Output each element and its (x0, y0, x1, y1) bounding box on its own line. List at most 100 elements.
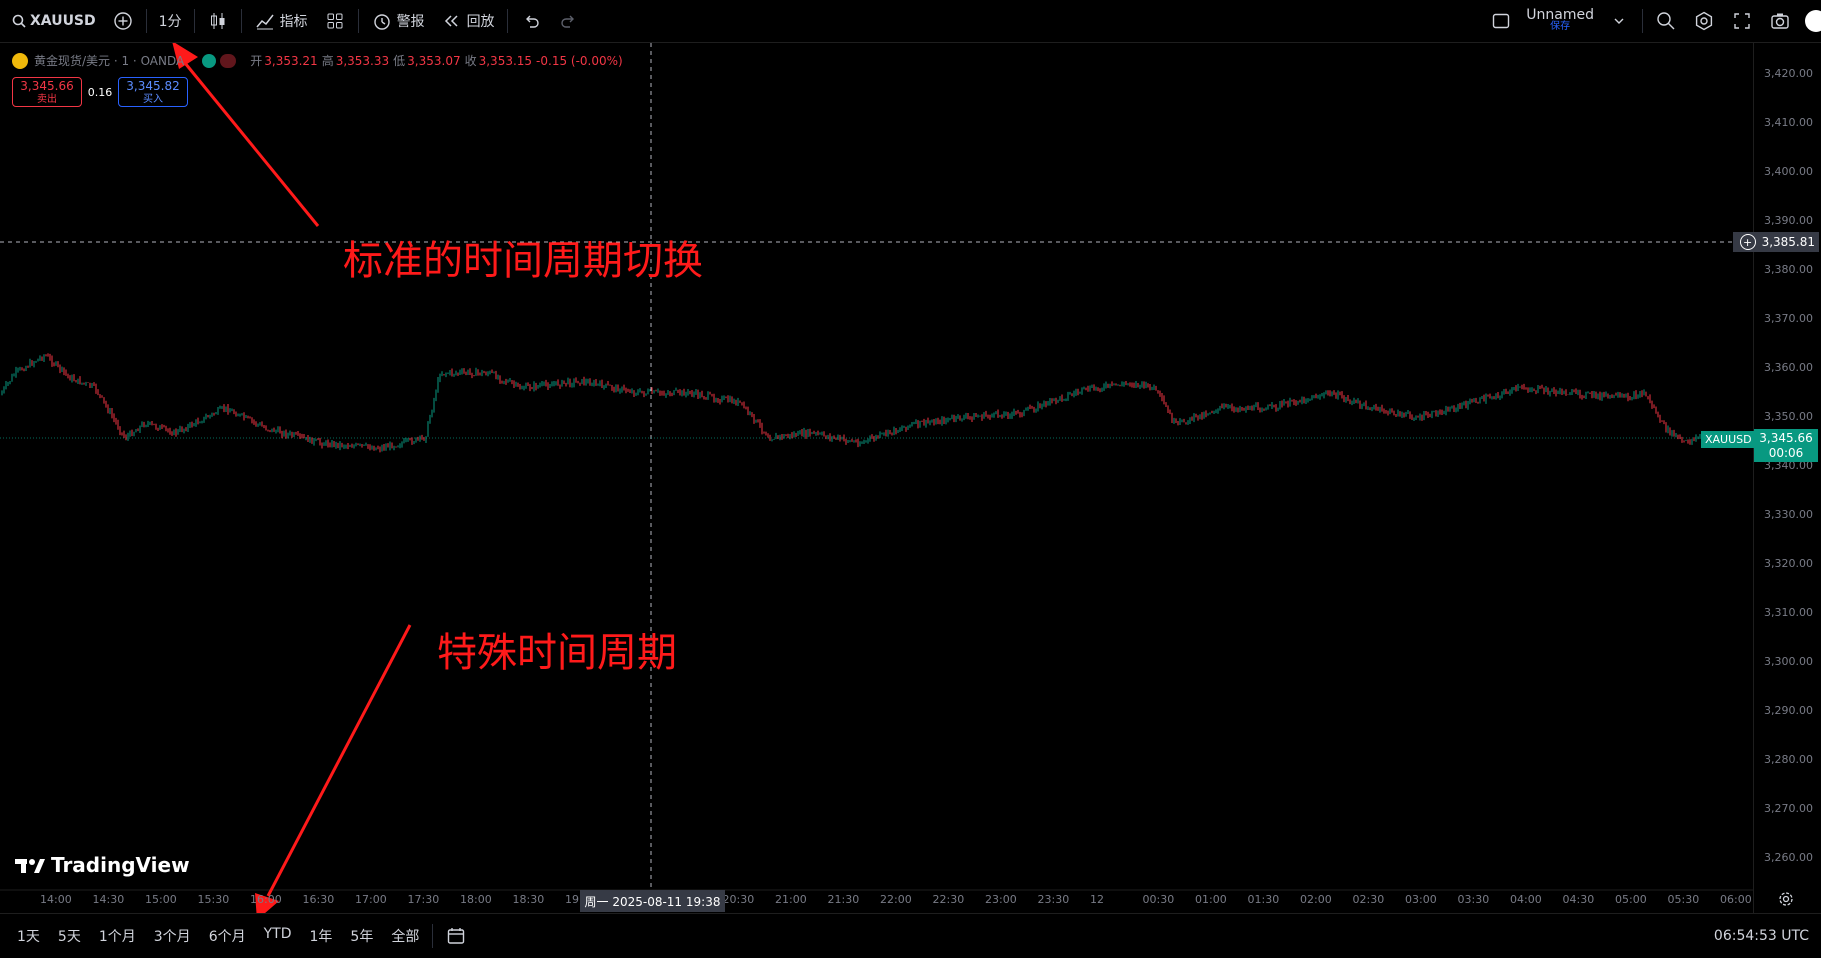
time-axis-label: 14:30 (92, 893, 125, 906)
chart-pane[interactable] (0, 43, 1754, 913)
market-status-icon[interactable] (202, 53, 217, 68)
fullscreen-button[interactable] (1723, 6, 1761, 36)
price-chart[interactable] (0, 43, 1754, 913)
symbol-search-button[interactable]: XAUUSD (0, 6, 104, 36)
square-icon (1490, 10, 1512, 32)
candles-icon (207, 10, 229, 32)
indicators-button[interactable]: 指标 (246, 6, 316, 36)
close-value: 3,353.15 (478, 54, 533, 68)
compare-button[interactable] (104, 6, 142, 36)
time-axis-label: 16:30 (302, 893, 335, 906)
time-axis-label: 02:30 (1352, 893, 1385, 906)
layout-name: Unnamed (1526, 7, 1594, 23)
toolbar-right: Unnamed 保存 (1482, 6, 1821, 36)
crosshair-price-value: 3,385.81 (1761, 235, 1815, 249)
market-status-wave-icon[interactable] (220, 53, 237, 68)
tradingview-logo[interactable]: TradingView (15, 853, 190, 877)
time-axis-label: 06:00 (1720, 893, 1752, 906)
search-icon (8, 10, 30, 32)
range-button[interactable]: 5年 (341, 926, 382, 946)
price-axis-label: 3,410.00 (1764, 116, 1813, 129)
range-button[interactable]: 1年 (301, 926, 342, 946)
templates-button[interactable] (316, 6, 354, 36)
layout-name-button[interactable]: Unnamed 保存 (1520, 7, 1600, 33)
open-label: 开 (250, 54, 263, 68)
buy-button[interactable]: 3,345.82 买入 (118, 77, 188, 107)
sell-button[interactable]: 3,345.66 卖出 (12, 77, 82, 107)
price-axis-label: 3,270.00 (1764, 802, 1813, 815)
sell-label: 卖出 (37, 94, 57, 105)
price-axis-label: 3,360.00 (1764, 361, 1813, 374)
grid-icon (324, 10, 346, 32)
last-price-label: 3,345.66 00:06 (1754, 429, 1818, 462)
top-toolbar: XAUUSD 1分 指标 警报 回放 Unnamed 保存 (0, 0, 1821, 43)
utc-clock[interactable]: 06:54:53 UTC (1714, 928, 1809, 944)
range-button[interactable]: 3个月 (145, 926, 200, 946)
separator (1642, 9, 1643, 33)
calendar-icon (445, 925, 467, 947)
alert-button[interactable]: 警报 (363, 6, 433, 36)
symbol-label: XAUUSD (30, 13, 96, 29)
range-button[interactable]: 1天 (8, 926, 49, 946)
layout-save-status: 保存 (1550, 21, 1571, 32)
separator (145, 9, 147, 33)
gear-icon (1693, 10, 1715, 32)
range-button[interactable]: YTD (255, 926, 301, 946)
price-axis-label: 3,350.00 (1764, 410, 1813, 423)
avatar[interactable] (1805, 10, 1821, 32)
time-axis-label: 23:30 (1037, 893, 1070, 906)
add-alert-plus-icon[interactable]: + (1739, 234, 1756, 250)
change-value: -0.15 (-0.00%) (536, 53, 623, 68)
time-axis-label: 05:00 (1615, 893, 1647, 906)
range-button[interactable]: 全部 (382, 926, 428, 946)
price-axis-label: 3,280.00 (1764, 753, 1813, 766)
open-value: 3,353.21 (264, 54, 318, 68)
interval-button[interactable]: 1分 (151, 6, 190, 36)
last-price-symbol-tag: XAUUSD (1701, 431, 1756, 448)
gear-icon (1779, 892, 1793, 906)
time-axis-label: 23:00 (985, 893, 1017, 906)
low-value: 3,353.07 (407, 54, 461, 68)
time-axis-label: 03:30 (1457, 893, 1490, 906)
range-button[interactable]: 1个月 (90, 926, 145, 946)
separator (357, 9, 359, 33)
separator (240, 9, 242, 33)
chart-legend: 黄金现货/美元 · 1 · OANDA 开 3,353.21 高 3,353.33 … (12, 52, 623, 69)
axis-settings-button[interactable] (1778, 891, 1798, 911)
undo-icon (520, 10, 542, 32)
tradingview-logo-text: TradingView (51, 853, 190, 877)
undo-button[interactable] (512, 6, 550, 36)
price-axis[interactable]: 3,420.00 3,410.00 3,400.00 3,390.00 3,380.00… (1753, 43, 1821, 913)
time-axis-label: 15:00 (145, 893, 177, 906)
price-axis-label: 3,290.00 (1764, 704, 1813, 717)
alarm-clock-icon (371, 10, 393, 32)
price-axis-label: 3,330.00 (1764, 508, 1813, 521)
bar-countdown: 00:06 (1768, 446, 1804, 460)
redo-button[interactable] (550, 6, 588, 36)
range-button[interactable]: 5天 (49, 926, 90, 946)
price-axis-label: 3,420.00 (1764, 67, 1813, 80)
replay-button[interactable]: 回放 (433, 6, 503, 36)
layout-toggle-button[interactable] (1482, 6, 1520, 36)
time-axis-label: 04:00 (1510, 893, 1542, 906)
time-axis-label: 05:30 (1667, 893, 1700, 906)
replay-label: 回放 (466, 14, 495, 30)
sell-price: 3,345.66 (20, 79, 74, 93)
time-axis-label: 17:30 (407, 893, 440, 906)
time-axis-label: 21:00 (775, 893, 807, 906)
chart-type-button[interactable] (199, 6, 237, 36)
chevron-down-icon (1608, 10, 1630, 32)
time-axis-label: 16:00 (250, 893, 282, 906)
time-axis-label: 15:30 (197, 893, 230, 906)
settings-button[interactable] (1685, 6, 1723, 36)
snapshot-button[interactable] (1761, 6, 1799, 36)
bottom-toolbar: 1天 5天 1个月 3个月 6个月 YTD 1年 5年 全部 06:54:53 UTC (0, 913, 1821, 958)
go-to-date-button[interactable] (437, 921, 475, 951)
quick-search-button[interactable] (1647, 6, 1685, 36)
time-axis-label: 22:30 (932, 893, 965, 906)
price-axis-label: 3,370.00 (1764, 312, 1813, 325)
range-button[interactable]: 6个月 (200, 926, 255, 946)
layout-dropdown-button[interactable] (1600, 6, 1638, 36)
time-axis-label: 03:00 (1405, 893, 1437, 906)
legend-title[interactable]: 黄金现货/美元 · 1 · OANDA (34, 52, 184, 69)
